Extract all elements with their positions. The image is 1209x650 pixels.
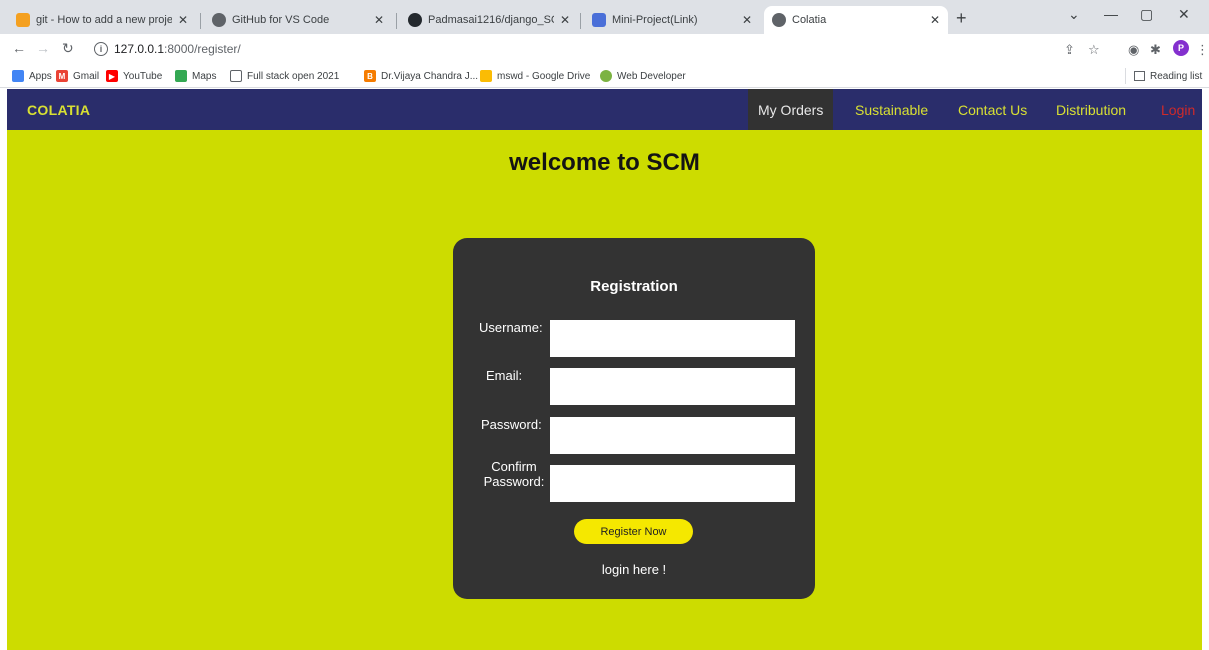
registration-card: Registration Username: Email: Password: … (453, 238, 815, 599)
menu-icon[interactable]: ⋮ (1196, 42, 1209, 58)
nav-link-distribution[interactable]: Distribution (1046, 89, 1136, 130)
tab-title: Padmasai1216/django_SCM (428, 14, 554, 26)
gmail-icon: M (56, 70, 68, 82)
login-here-link[interactable]: login here ! (453, 562, 815, 577)
bookmark-label: YouTube (123, 70, 163, 82)
info-icon[interactable]: i (94, 42, 108, 56)
blogger-icon: B (364, 70, 376, 82)
bookmark-full-stack-open[interactable]: Full stack open 2021 (230, 69, 339, 83)
bookmarks-bar: Apps M Gmail ▶ YouTube Maps Full stack o… (0, 64, 1209, 88)
confirm-label-line-1: Confirm (491, 459, 537, 474)
bookmark-dr-vijaya[interactable]: B Dr.Vijaya Chandra J... (364, 69, 478, 83)
bookmark-label: Web Developer (617, 70, 686, 82)
reading-list-label: Reading list (1150, 70, 1203, 82)
tab-separator (396, 13, 397, 29)
bookmark-apps[interactable]: Apps (12, 69, 52, 83)
github-icon (408, 13, 422, 27)
url-path: :8000/register/ (164, 42, 241, 56)
teams-icon (592, 13, 606, 27)
confirm-password-label: Confirm Password: (481, 459, 547, 489)
youtube-icon: ▶ (106, 70, 118, 82)
bookmark-label: mswd - Google Drive (497, 70, 591, 82)
bookmark-label: Full stack open 2021 (247, 70, 340, 82)
nav-link-login[interactable]: Login (1151, 89, 1202, 130)
google-drive-icon (480, 70, 492, 82)
tab-title: git - How to add a new project to (36, 14, 172, 26)
close-icon[interactable]: ✕ (178, 13, 188, 27)
close-window-icon[interactable]: ✕ (1178, 6, 1190, 23)
site-navbar: COLATIA My Orders Sustainable Contact Us… (7, 89, 1202, 130)
page-title: welcome to SCM (509, 149, 700, 176)
url-host: 127.0.0.1 (114, 42, 165, 56)
globe-icon (772, 13, 786, 27)
forward-icon[interactable]: → (36, 40, 50, 56)
email-input[interactable] (550, 368, 795, 405)
site-brand-logo[interactable]: COLATIA (27, 102, 90, 118)
bookmark-mswd-drive[interactable]: mswd - Google Drive (480, 69, 590, 83)
browser-toolbar: ← → ↻ i 127.0.0.1:8000/register/ ⇪ ☆ ◉ ✱… (0, 34, 1209, 64)
bookmark-maps[interactable]: Maps (175, 69, 216, 83)
register-now-button[interactable]: Register Now (574, 519, 693, 544)
reading-list-icon (1134, 71, 1145, 81)
nav-link-contact-us[interactable]: Contact Us (948, 89, 1037, 130)
minimize-icon[interactable]: — (1104, 6, 1118, 22)
password-label: Password: (481, 417, 542, 432)
tab-separator (200, 13, 201, 29)
browser-tab-github-repo[interactable]: Padmasai1216/django_SCM ✕ (400, 6, 578, 34)
page-icon (230, 70, 242, 82)
tab-title: Colatia (792, 14, 827, 26)
email-label: Email: (486, 368, 523, 383)
close-icon[interactable]: ✕ (742, 13, 752, 27)
reading-list-button[interactable]: Reading list (1125, 68, 1202, 84)
bookmark-youtube[interactable]: ▶ YouTube (106, 69, 162, 83)
confirm-label-line-2: Password: (483, 474, 545, 489)
bookmark-label: Apps (29, 70, 52, 82)
registration-title: Registration (590, 278, 678, 295)
confirm-password-input[interactable] (550, 465, 795, 502)
new-tab-button[interactable]: + (956, 8, 967, 29)
bookmark-label: Gmail (73, 70, 100, 82)
back-icon[interactable]: ← (12, 40, 26, 56)
tab-search-icon[interactable]: ⌄ (1068, 6, 1080, 23)
puzzle-icon[interactable]: ✱ (1150, 42, 1161, 58)
bookmark-gmail[interactable]: M Gmail (56, 69, 99, 83)
star-icon[interactable]: ☆ (1088, 42, 1100, 58)
browser-tab-colatia[interactable]: Colatia ✕ (764, 6, 948, 34)
bookmark-label: Maps (192, 70, 217, 82)
extension-icon[interactable]: ◉ (1128, 42, 1139, 58)
stackoverflow-icon (16, 13, 30, 27)
username-label: Username: (479, 320, 543, 335)
username-input[interactable] (550, 320, 795, 357)
bookmark-web-developer[interactable]: Web Developer (600, 69, 686, 83)
maps-icon (175, 70, 187, 82)
globe-icon (212, 13, 226, 27)
nav-link-sustainable[interactable]: Sustainable (845, 89, 938, 130)
share-icon[interactable]: ⇪ (1064, 42, 1075, 58)
tab-title: GitHub for VS Code (232, 14, 330, 26)
close-icon[interactable]: ✕ (560, 13, 570, 27)
address-bar[interactable]: i 127.0.0.1:8000/register/ (94, 38, 1104, 60)
tab-separator (580, 13, 581, 29)
apps-grid-icon (12, 70, 24, 82)
bookmark-label: Dr.Vijaya Chandra J... (381, 70, 479, 82)
reload-icon[interactable]: ↻ (62, 40, 74, 57)
close-icon[interactable]: ✕ (374, 13, 384, 27)
browser-tab-strip: git - How to add a new project to ✕ GitH… (0, 0, 1209, 34)
browser-tab-mini-project[interactable]: Mini-Project(Link) ✕ (584, 6, 760, 34)
tab-title: Mini-Project(Link) (612, 14, 698, 26)
close-icon[interactable]: ✕ (930, 13, 940, 27)
password-input[interactable] (550, 417, 795, 454)
web-developer-icon (600, 70, 612, 82)
page-content: COLATIA My Orders Sustainable Contact Us… (7, 89, 1202, 650)
maximize-icon[interactable]: ▢ (1140, 6, 1153, 23)
profile-avatar[interactable]: P (1173, 40, 1189, 56)
browser-tab-git[interactable]: git - How to add a new project to ✕ (8, 6, 196, 34)
browser-tab-github-vscode[interactable]: GitHub for VS Code ✕ (204, 6, 392, 34)
nav-link-my-orders[interactable]: My Orders (748, 89, 834, 130)
